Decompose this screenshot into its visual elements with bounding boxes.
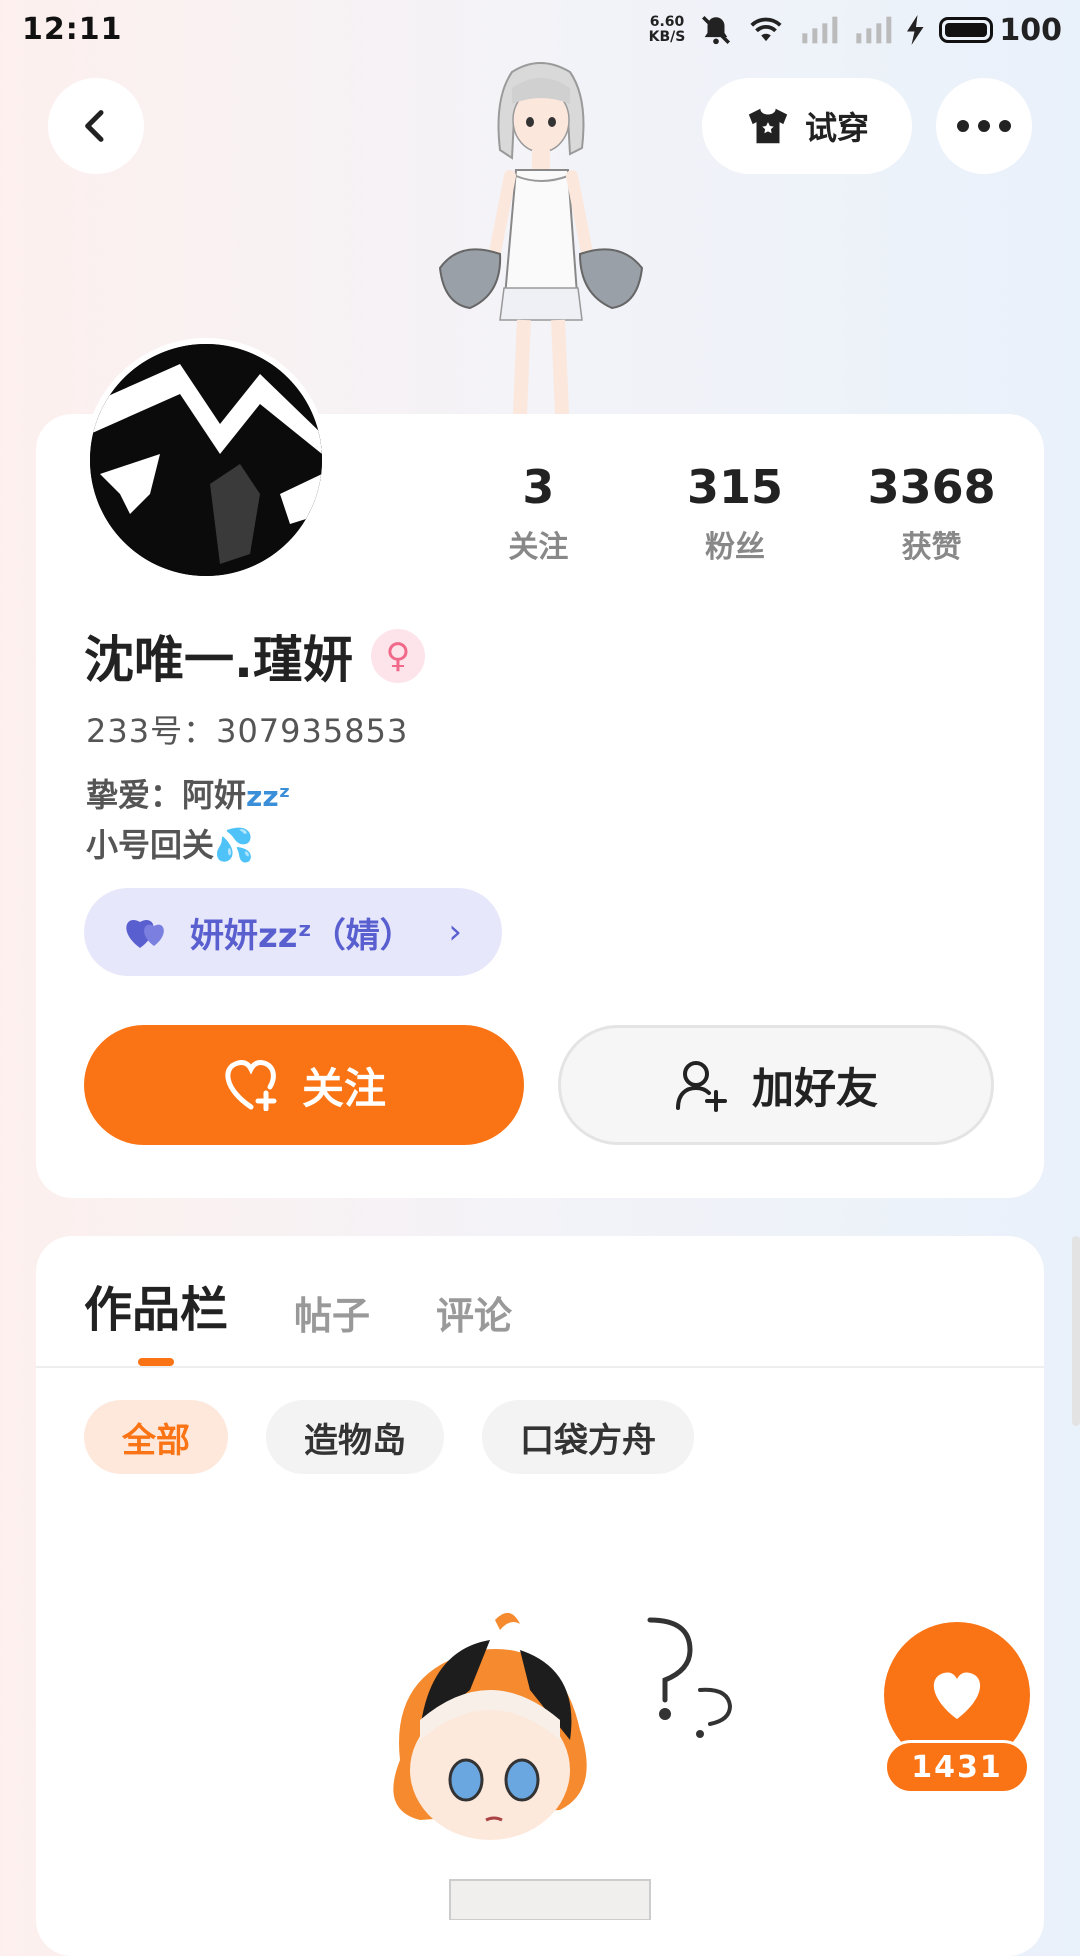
follow-label: 关注 bbox=[301, 1063, 386, 1113]
chevron-right-icon: › bbox=[448, 912, 462, 952]
chevron-left-icon bbox=[85, 110, 104, 142]
stat-following-value: 3 bbox=[522, 460, 555, 514]
filter-pocket-ark[interactable]: 口袋方舟 bbox=[482, 1400, 694, 1474]
cp-label: 妍妍zzᶻ（婧） bbox=[190, 915, 414, 956]
tshirt-icon bbox=[748, 108, 788, 144]
add-user-icon bbox=[675, 1061, 727, 1112]
content-tabs: 作品栏 帖子 评论 bbox=[84, 1270, 512, 1340]
signal-sim1-icon bbox=[802, 16, 838, 44]
status-bar: 12:11 6.60 KB/S 100 bbox=[0, 0, 1080, 62]
edge-handle[interactable] bbox=[1072, 1236, 1080, 1426]
stat-following[interactable]: 3 关注 bbox=[440, 456, 637, 566]
back-button[interactable] bbox=[48, 78, 144, 174]
battery-icon bbox=[939, 17, 994, 43]
stat-likes[interactable]: 3368 获赞 bbox=[833, 456, 1030, 566]
battery-level: 100 bbox=[999, 12, 1062, 48]
wifi-icon bbox=[750, 17, 782, 42]
avatar[interactable] bbox=[84, 338, 328, 582]
add-friend-button[interactable]: 加好友 bbox=[558, 1025, 994, 1145]
heart-icon bbox=[933, 1672, 981, 1719]
net-speed-value: 6.60 bbox=[649, 14, 685, 30]
filter-chips: 全部 造物岛 口袋方舟 bbox=[84, 1400, 694, 1474]
more-dots-icon bbox=[957, 120, 1011, 132]
status-time: 12:11 bbox=[22, 12, 123, 47]
user-id[interactable]: 233号：307935853 bbox=[86, 706, 408, 752]
status-icons: 6.60 KB/S 100 bbox=[649, 10, 1062, 50]
signal-sim2-icon bbox=[856, 16, 892, 44]
avatar-3d-figure[interactable] bbox=[420, 58, 660, 414]
username-row: 沈唯一.瑾妍 ♀ bbox=[84, 620, 425, 692]
bio-line-1: 挚爱：阿妍zzᶻ bbox=[86, 770, 290, 816]
bio-line-1-extra: zzᶻ bbox=[246, 780, 291, 813]
bell-muted-icon bbox=[702, 15, 731, 45]
username: 沈唯一.瑾妍 bbox=[84, 631, 353, 689]
filter-creation-island[interactable]: 造物岛 bbox=[266, 1400, 444, 1474]
profile-stats: 3 关注 315 粉丝 3368 获赞 bbox=[440, 456, 1030, 566]
follow-button[interactable]: 关注 bbox=[84, 1025, 524, 1145]
try-on-button[interactable]: 试穿 bbox=[702, 78, 912, 174]
stat-following-label: 关注 bbox=[508, 530, 569, 565]
filter-all[interactable]: 全部 bbox=[84, 1400, 228, 1474]
bio-line-2: 小号回关💦 bbox=[86, 826, 254, 864]
bio-line-1-text: 挚爱：阿妍 bbox=[86, 776, 247, 814]
more-button[interactable] bbox=[936, 78, 1032, 174]
cp-relation-pill[interactable]: 妍妍zzᶻ（婧） › bbox=[84, 888, 502, 976]
stat-likes-label: 获赞 bbox=[901, 530, 962, 565]
avatar-image bbox=[90, 344, 322, 576]
stat-fans[interactable]: 315 粉丝 bbox=[637, 456, 834, 566]
try-on-label: 试穿 bbox=[804, 109, 869, 147]
like-count: 1431 bbox=[884, 1740, 1030, 1794]
double-heart-icon bbox=[126, 920, 164, 948]
tab-divider bbox=[36, 1366, 1044, 1368]
tab-comments[interactable]: 评论 bbox=[436, 1285, 512, 1340]
net-speed-unit: KB/S bbox=[648, 29, 686, 45]
net-speed: 6.60 KB/S bbox=[649, 15, 686, 45]
heart-plus-icon bbox=[225, 1060, 277, 1111]
add-friend-label: 加好友 bbox=[751, 1063, 878, 1113]
tab-posts[interactable]: 帖子 bbox=[294, 1285, 370, 1340]
charging-icon bbox=[907, 15, 924, 45]
stat-fans-value: 315 bbox=[686, 460, 784, 514]
female-gender-icon: ♀ bbox=[371, 629, 425, 683]
tab-indicator bbox=[138, 1358, 174, 1366]
tab-works[interactable]: 作品栏 bbox=[84, 1270, 228, 1340]
stat-fans-label: 粉丝 bbox=[705, 530, 765, 565]
empty-state-illustration bbox=[393, 1612, 733, 1920]
stat-likes-value: 3368 bbox=[867, 460, 996, 514]
battery-indicator: 100 bbox=[939, 13, 1062, 48]
